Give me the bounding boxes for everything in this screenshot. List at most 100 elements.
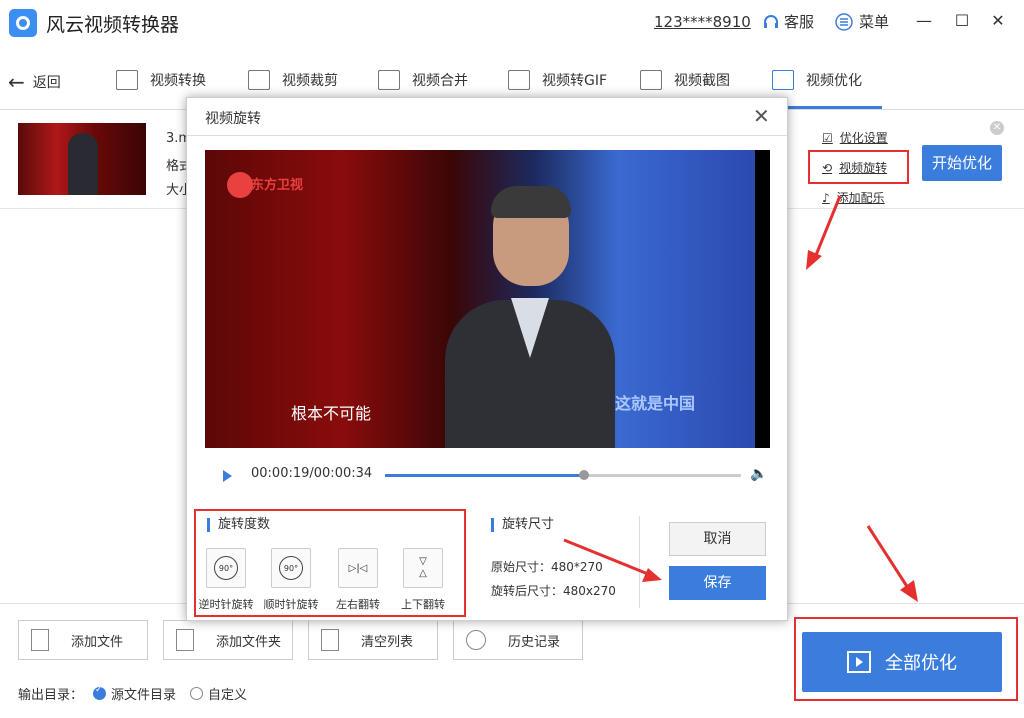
button-label: 历史记录 <box>508 634 561 650</box>
volume-icon[interactable]: 🔈 <box>750 466 767 482</box>
tab-label: 视频转换 <box>150 73 206 89</box>
cancel-button[interactable]: 取消 <box>669 522 766 556</box>
tab-label: 视频合并 <box>412 73 468 89</box>
video-rotate-link[interactable]: ⟲ 视频旋转 <box>822 159 887 176</box>
icon-text: 90° <box>279 556 303 580</box>
menu-label: 菜单 <box>859 13 890 31</box>
back-button[interactable]: ← 返回 <box>8 70 61 94</box>
save-button[interactable]: 保存 <box>669 566 766 600</box>
clock-icon <box>466 630 486 650</box>
rotation-size-title: 旋转尺寸 <box>491 518 554 532</box>
video-watermark: 这就是中国 <box>615 394 696 413</box>
custom-dir-radio[interactable] <box>190 687 204 700</box>
tab-video-screenshot[interactable]: 视频截图 <box>640 70 730 90</box>
button-label: 添加文件夹 <box>216 634 282 650</box>
button-label: 添加文件 <box>71 634 124 650</box>
custom-dir-label: 自定义 <box>208 688 248 703</box>
video-thumbnail <box>18 123 146 195</box>
tab-video-merge[interactable]: 视频合并 <box>378 70 468 90</box>
flip-vertical-button[interactable]: ▽ △ 上下翻转 <box>392 548 454 612</box>
check-circle-icon: ☑ <box>822 130 833 145</box>
add-folder-button[interactable]: 添加文件夹 <box>163 620 293 660</box>
start-optimize-button[interactable]: 开始优化 <box>922 145 1002 181</box>
gif-icon <box>508 70 530 90</box>
flip-horizontal-button[interactable]: ▷|◁ 左右翻转 <box>327 548 389 612</box>
tab-video-crop[interactable]: 视频裁剪 <box>248 70 338 90</box>
close-window-button[interactable]: ✕ <box>987 10 1009 32</box>
tab-video-gif[interactable]: 视频转GIF <box>508 70 607 90</box>
add-music-link[interactable]: ♪ 添加配乐 <box>822 189 885 206</box>
tab-video-convert[interactable]: 视频转换 <box>116 70 206 90</box>
image-icon <box>640 70 662 90</box>
tv-logo-icon <box>227 172 253 198</box>
source-dir-radio[interactable] <box>93 685 107 700</box>
add-file-button[interactable]: 添加文件 <box>18 620 148 660</box>
app-logo-icon <box>9 9 37 37</box>
progress-fill <box>385 474 585 477</box>
annotation-arrow-2 <box>866 525 918 602</box>
dialog-header: 视频旋转 ✕ <box>187 98 787 136</box>
button-label: 逆时针旋转 <box>198 598 254 611</box>
remove-file-icon[interactable]: ✕ <box>990 121 1004 135</box>
flip-vertical-icon: ▽ △ <box>403 548 443 588</box>
play-icon[interactable] <box>223 470 232 482</box>
tv-logo-text: 东方卫视 <box>251 178 304 193</box>
link-label: 视频旋转 <box>839 161 888 175</box>
customer-service-button[interactable]: 客服 <box>762 11 814 32</box>
output-label: 输出目录： <box>18 688 84 703</box>
link-label: 添加配乐 <box>836 191 885 205</box>
button-label: 上下翻转 <box>401 598 445 611</box>
tab-label: 视频裁剪 <box>282 73 338 89</box>
player-controls: 00:00:19/00:00:34 🔈 <box>205 458 770 494</box>
output-directory: 输出目录： 源文件目录 自定义 <box>18 684 247 703</box>
thumbnail-figure <box>68 133 98 195</box>
link-label: 优化设置 <box>839 131 888 145</box>
tab-label: 视频优化 <box>806 73 862 89</box>
crop-icon <box>248 70 270 90</box>
button-label: 左右翻转 <box>336 598 380 611</box>
dialog-title: 视频旋转 <box>205 111 261 127</box>
merge-icon <box>378 70 400 90</box>
file-add-icon <box>31 629 49 651</box>
maximize-button[interactable]: ☐ <box>951 10 973 32</box>
optimize-settings-link[interactable]: ☑ 优化设置 <box>822 129 888 146</box>
title-bar: 风云视频转换器 123****8910 客服 菜单 — ☐ ✕ <box>0 0 1024 46</box>
trash-icon <box>321 629 339 651</box>
service-label: 客服 <box>784 13 815 31</box>
clear-list-button[interactable]: 清空列表 <box>308 620 438 660</box>
original-size: 原始尺寸：480*270 <box>491 560 603 574</box>
play-file-icon <box>116 70 138 90</box>
menu-button[interactable]: 菜单 <box>835 11 889 32</box>
tab-label: 视频截图 <box>674 73 730 89</box>
tab-video-optimize[interactable]: 视频优化 <box>772 70 862 90</box>
rotate-cw-button[interactable]: 90° 顺时针旋转 <box>260 548 322 612</box>
source-dir-label: 源文件目录 <box>111 688 177 703</box>
rotate-ccw-button[interactable]: 90° 逆时针旋转 <box>195 548 257 612</box>
video-frame: 东方卫视 根本不可能 这就是中国 <box>205 150 755 448</box>
sliders-icon <box>772 70 794 90</box>
rotate-dialog: 视频旋转 ✕ 东方卫视 根本不可能 这就是中国 00:00:19/00:00:3… <box>186 97 788 621</box>
tab-label: 视频转GIF <box>542 73 608 89</box>
video-preview: 东方卫视 根本不可能 这就是中国 <box>205 150 770 448</box>
video-subtitle: 根本不可能 <box>291 404 372 423</box>
button-label: 顺时针旋转 <box>263 598 319 611</box>
close-icon[interactable]: ✕ <box>753 104 770 128</box>
history-button[interactable]: 历史记录 <box>453 620 583 660</box>
account-link[interactable]: 123****8910 <box>654 13 751 31</box>
folder-add-icon <box>176 629 194 651</box>
optimize-all-button[interactable]: 全部优化 <box>802 632 1002 692</box>
button-label: 全部优化 <box>885 653 957 674</box>
speaker-figure <box>445 186 615 448</box>
button-label: 清空列表 <box>361 634 414 650</box>
menu-icon <box>835 12 853 31</box>
music-icon: ♪ <box>822 190 830 205</box>
play-icon <box>847 651 871 673</box>
rotation-degree-title: 旋转度数 <box>207 518 270 532</box>
dialog-divider <box>639 516 640 608</box>
progress-bar[interactable] <box>385 470 741 480</box>
headset-icon <box>764 14 778 28</box>
arrow-left-icon: ← <box>8 70 25 94</box>
rotate-cw-icon: 90° <box>271 548 311 588</box>
minimize-button[interactable]: — <box>913 10 935 32</box>
progress-knob[interactable] <box>579 470 590 480</box>
